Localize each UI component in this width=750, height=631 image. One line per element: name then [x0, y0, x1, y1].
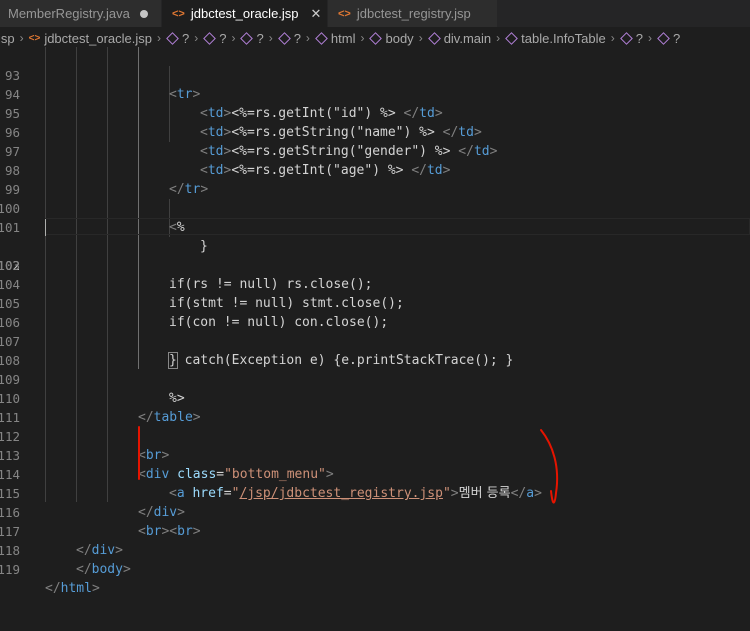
breadcrumb-item[interactable]: ? [203, 31, 226, 46]
breadcrumb-item-label: ? [256, 30, 264, 46]
tab-label: jdbctest_oracle.jsp [190, 6, 299, 21]
breadcrumb-item-label: ? [293, 30, 301, 46]
breadcrumb-item-html[interactable]: html [315, 30, 356, 46]
tab-jdbctest-registry-jsp[interactable]: <> jdbctest_registry.jsp [328, 0, 498, 27]
tab-jdbctest-oracle-jsp[interactable]: <> jdbctest_oracle.jsp ✕ [162, 0, 328, 27]
breadcrumb-item-div-main[interactable]: div.main [427, 30, 492, 46]
breadcrumb-item[interactable]: ? [277, 30, 301, 46]
unsaved-dot-icon[interactable] [139, 9, 148, 18]
element-icon [240, 31, 254, 45]
chevron-right-icon: › [19, 31, 24, 45]
chevron-right-icon: › [305, 31, 310, 45]
chevron-right-icon: › [496, 31, 501, 45]
breadcrumb-item[interactable]: ? [657, 31, 680, 46]
element-icon [505, 31, 519, 45]
breadcrumb: jsp › <> jdbctest_oracle.jsp › ? › ? › ?… [0, 27, 750, 49]
breadcrumb-item-label: ? [181, 30, 190, 46]
red-annotation-marks [138, 426, 559, 504]
chevron-right-icon: › [231, 31, 236, 45]
breadcrumb-item-label: ? [635, 30, 643, 46]
tab-label: jdbctest_registry.jsp [356, 6, 471, 21]
code-editor[interactable]: 93 <tr> 94 <td><%=rs.getInt("id") %> </t… [0, 47, 750, 631]
breadcrumb-folder[interactable]: jsp [0, 31, 15, 46]
breadcrumb-item-label: html [330, 30, 356, 46]
chevron-right-icon: › [268, 31, 273, 45]
element-icon [166, 31, 179, 45]
breadcrumb-item-table[interactable]: table.InfoTable [505, 31, 606, 46]
element-icon [657, 31, 670, 45]
chevron-right-icon: › [418, 31, 423, 45]
close-icon[interactable]: ✕ [311, 6, 322, 22]
element-icon [427, 31, 441, 45]
element-icon [619, 31, 633, 45]
chevron-right-icon: › [610, 31, 615, 45]
jsp-file-icon: <> [338, 7, 351, 20]
element-icon [369, 31, 383, 45]
breadcrumb-item-label: ? [672, 30, 681, 46]
jsp-file-icon: <> [172, 7, 185, 20]
red-curve-mark [540, 429, 559, 504]
element-icon [315, 31, 328, 45]
breadcrumb-file[interactable]: <> jdbctest_oracle.jsp [29, 31, 152, 46]
breadcrumb-item-label: div.main [443, 30, 492, 46]
breadcrumb-item-label: table.InfoTable [521, 30, 606, 46]
breadcrumb-item-label: ? [219, 30, 227, 46]
breadcrumb-item[interactable]: ? [619, 30, 643, 46]
breadcrumb-item-label: body [385, 30, 414, 46]
tab-label: MemberRegistry.java [8, 6, 130, 21]
breadcrumb-item[interactable]: ? [240, 30, 264, 46]
breadcrumb-file-label: jdbctest_oracle.jsp [44, 30, 152, 46]
tab-memberregistry-java[interactable]: MemberRegistry.java [0, 0, 162, 27]
element-icon [203, 31, 217, 45]
tab-bar: MemberRegistry.java <> jdbctest_oracle.j… [0, 0, 750, 27]
chevron-right-icon: › [194, 31, 199, 45]
chevron-right-icon: › [647, 31, 652, 45]
element-icon [277, 31, 291, 45]
breadcrumb-item-body[interactable]: body [369, 30, 414, 46]
jsp-file-icon: <> [28, 32, 41, 44]
chevron-right-icon: › [360, 31, 365, 45]
chevron-right-icon: › [156, 31, 161, 45]
breadcrumb-item[interactable]: ? [166, 31, 189, 46]
